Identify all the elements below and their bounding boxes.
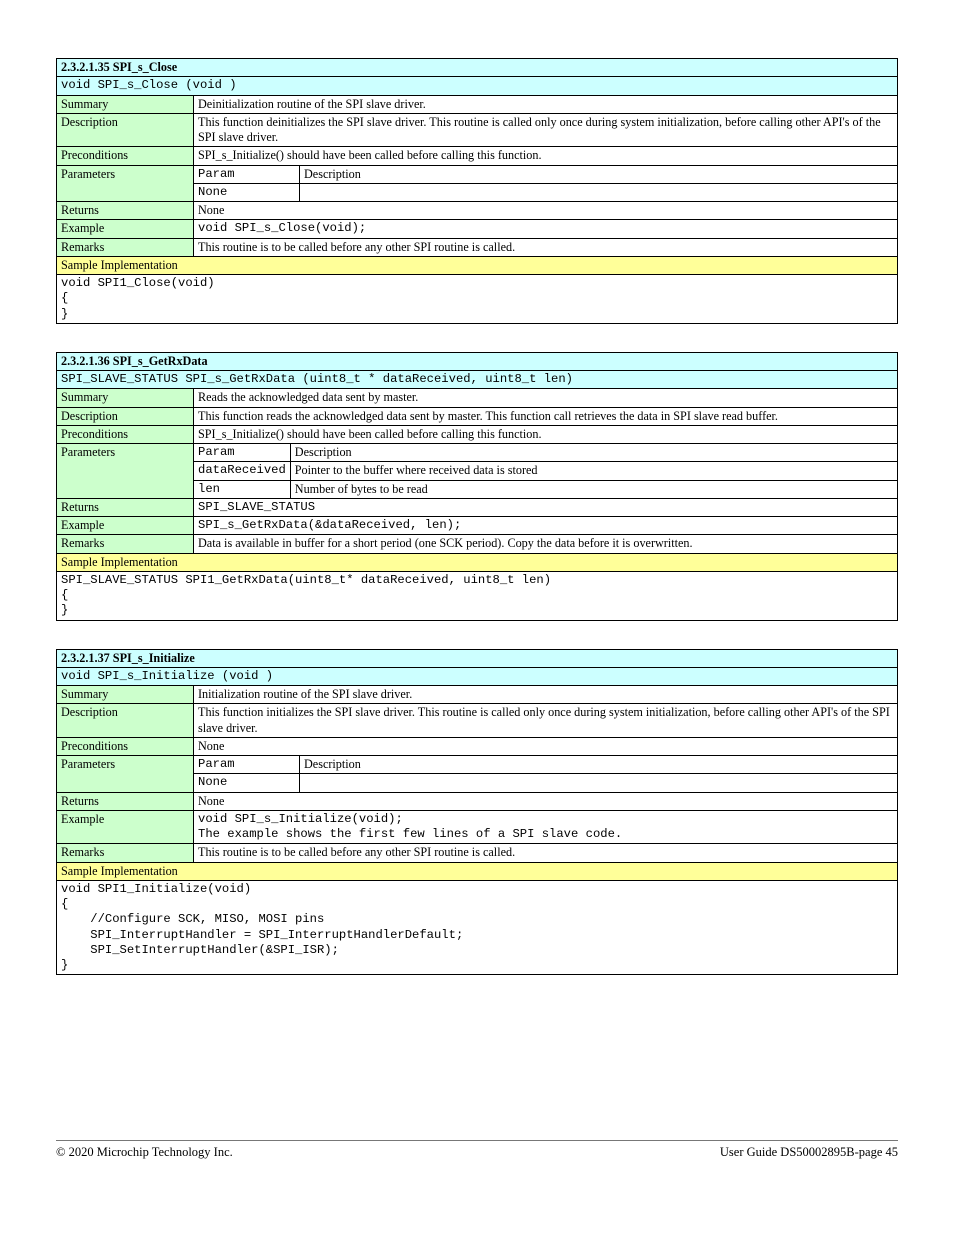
block-prototype: void SPI_s_Close (void ) bbox=[57, 77, 898, 95]
row-value: void SPI_s_Initialize(void); The example… bbox=[194, 810, 898, 844]
footer-right: User Guide DS50002895B-page 45 bbox=[720, 1145, 898, 1160]
row-label: Returns bbox=[57, 498, 194, 516]
param-name: None bbox=[194, 183, 300, 201]
param-name: len bbox=[194, 480, 291, 498]
param-name: dataReceived bbox=[194, 462, 291, 480]
row-value: This function initializes the SPI slave … bbox=[194, 704, 898, 738]
row-value: Deinitialization routine of the SPI slav… bbox=[194, 95, 898, 113]
param-desc: Number of bytes to be read bbox=[290, 480, 897, 498]
page-content: 2.3.2.1.35 SPI_s_Close void SPI_s_Close … bbox=[0, 0, 954, 975]
sample-header: Sample Implementation bbox=[57, 256, 898, 274]
row-label: Parameters bbox=[57, 756, 194, 793]
row-value: SPI_s_GetRxData(&dataReceived, len); bbox=[194, 517, 898, 535]
row-label: Remarks bbox=[57, 844, 194, 862]
sample-code: SPI_SLAVE_STATUS SPI1_GetRxData(uint8_t*… bbox=[57, 571, 898, 620]
row-label: Preconditions bbox=[57, 147, 194, 165]
block-title: 2.3.2.1.36 SPI_s_GetRxData bbox=[57, 352, 898, 370]
row-label: Summary bbox=[57, 95, 194, 113]
api-block-initialize: 2.3.2.1.37 SPI_s_Initialize void SPI_s_I… bbox=[56, 649, 898, 976]
row-value: This routine is to be called before any … bbox=[194, 844, 898, 862]
row-value: This function reads the acknowledged dat… bbox=[194, 407, 898, 425]
row-label: Remarks bbox=[57, 535, 194, 553]
row-label: Preconditions bbox=[57, 425, 194, 443]
footer-left: © 2020 Microchip Technology Inc. bbox=[56, 1145, 233, 1160]
sample-header: Sample Implementation bbox=[57, 862, 898, 880]
row-label: Parameters bbox=[57, 165, 194, 202]
block-prototype: SPI_SLAVE_STATUS SPI_s_GetRxData (uint8_… bbox=[57, 371, 898, 389]
row-label: Summary bbox=[57, 686, 194, 704]
row-value: This function deinitializes the SPI slav… bbox=[194, 113, 898, 147]
param-desc: Pointer to the buffer where received dat… bbox=[290, 462, 897, 480]
row-value: Reads the acknowledged data sent by mast… bbox=[194, 389, 898, 407]
param-name: None bbox=[194, 774, 300, 792]
sample-code: void SPI1_Close(void) { } bbox=[57, 275, 898, 324]
row-value: None bbox=[194, 737, 898, 755]
sample-header: Sample Implementation bbox=[57, 553, 898, 571]
row-label: Description bbox=[57, 113, 194, 147]
param-desc bbox=[300, 183, 898, 201]
param-name: Param bbox=[194, 756, 300, 774]
param-desc: Description bbox=[300, 165, 898, 183]
row-label: Remarks bbox=[57, 238, 194, 256]
sample-code: void SPI1_Initialize(void) { //Configure… bbox=[57, 880, 898, 975]
block-prototype: void SPI_s_Initialize (void ) bbox=[57, 667, 898, 685]
row-value: SPI_s_Initialize() should have been call… bbox=[194, 147, 898, 165]
param-name: Param bbox=[194, 444, 291, 462]
api-block-close: 2.3.2.1.35 SPI_s_Close void SPI_s_Close … bbox=[56, 58, 898, 324]
row-label: Returns bbox=[57, 792, 194, 810]
block-title: 2.3.2.1.37 SPI_s_Initialize bbox=[57, 649, 898, 667]
api-block-getrxdata: 2.3.2.1.36 SPI_s_GetRxData SPI_SLAVE_STA… bbox=[56, 352, 898, 621]
row-value: void SPI_s_Close(void); bbox=[194, 220, 898, 238]
row-label: Example bbox=[57, 220, 194, 238]
row-value: Initialization routine of the SPI slave … bbox=[194, 686, 898, 704]
row-label: Description bbox=[57, 407, 194, 425]
row-value: Data is available in buffer for a short … bbox=[194, 535, 898, 553]
row-label: Returns bbox=[57, 202, 194, 220]
row-value: SPI_s_Initialize() should have been call… bbox=[194, 425, 898, 443]
row-label: Summary bbox=[57, 389, 194, 407]
row-label: Example bbox=[57, 810, 194, 844]
page-footer: © 2020 Microchip Technology Inc. User Gu… bbox=[56, 1140, 898, 1160]
row-label: Example bbox=[57, 517, 194, 535]
row-value: None bbox=[194, 202, 898, 220]
row-label: Description bbox=[57, 704, 194, 738]
param-desc: Description bbox=[290, 444, 897, 462]
row-value: This routine is to be called before any … bbox=[194, 238, 898, 256]
row-value: None bbox=[194, 792, 898, 810]
row-label: Preconditions bbox=[57, 737, 194, 755]
param-desc: Description bbox=[300, 756, 898, 774]
row-value: SPI_SLAVE_STATUS bbox=[194, 498, 898, 516]
block-title: 2.3.2.1.35 SPI_s_Close bbox=[57, 59, 898, 77]
param-name: Param bbox=[194, 165, 300, 183]
param-desc bbox=[300, 774, 898, 792]
row-label: Parameters bbox=[57, 444, 194, 499]
